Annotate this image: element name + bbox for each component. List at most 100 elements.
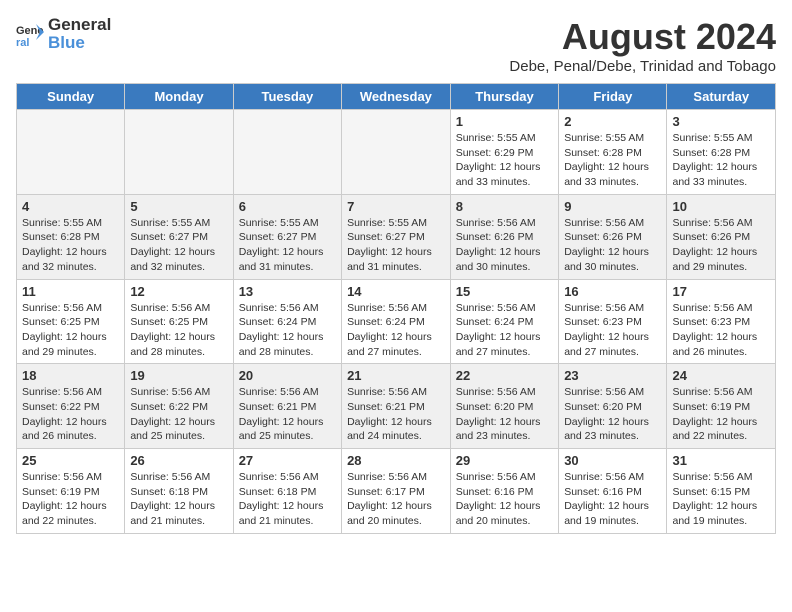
calendar-week-row: 11 Sunrise: 5:56 AM Sunset: 6:25 PM Dayli… bbox=[17, 279, 776, 364]
day-number: 19 bbox=[130, 368, 227, 383]
calendar-day: 7Sunrise: 5:55 AM Sunset: 6:27 PM Daylig… bbox=[342, 194, 451, 279]
calendar-day bbox=[342, 110, 451, 195]
day-info: Sunrise: 5:56 AM Sunset: 6:15 PM Dayligh… bbox=[672, 470, 770, 529]
day-number: 31 bbox=[672, 453, 770, 468]
day-number: 5 bbox=[130, 199, 227, 214]
day-number: 21 bbox=[347, 368, 445, 383]
calendar-header-row: SundayMondayTuesdayWednesdayThursdayFrid… bbox=[17, 84, 776, 110]
day-number: 9 bbox=[564, 199, 661, 214]
day-info: Sunrise: 5:56 AM Sunset: 6:16 PM Dayligh… bbox=[564, 470, 661, 529]
calendar-day: 20 Sunrise: 5:56 AM Sunset: 6:21 PM Dayli… bbox=[233, 364, 341, 449]
calendar-day: 11Sunrise: 5:56 AM Sunset: 6:25 PM Dayli… bbox=[17, 279, 125, 364]
day-info: Sunrise: 5:55 AM Sunset: 6:27 PM Dayligh… bbox=[130, 216, 227, 275]
calendar-day: 9 Sunrise: 5:56 AM Sunset: 6:26 PM Daylig… bbox=[559, 194, 667, 279]
day-info: Sunrise: 5:56 AM Sunset: 6:19 PM Dayligh… bbox=[22, 470, 119, 529]
calendar-day: 29Sunrise: 5:56 AM Sunset: 6:16 PM Dayli… bbox=[450, 449, 558, 534]
calendar-day: 31 Sunrise: 5:56 AM Sunset: 6:15 PM Dayli… bbox=[667, 449, 776, 534]
day-info: Sunrise: 5:56 AM Sunset: 6:23 PM Dayligh… bbox=[564, 301, 661, 360]
day-info: Sunrise: 5:56 AM Sunset: 6:26 PM Dayligh… bbox=[564, 216, 661, 275]
calendar-day bbox=[233, 110, 341, 195]
day-info: Sunrise: 5:55 AM Sunset: 6:27 PM Dayligh… bbox=[239, 216, 336, 275]
day-number: 23 bbox=[564, 368, 661, 383]
day-number: 30 bbox=[564, 453, 661, 468]
day-info: Sunrise: 5:56 AM Sunset: 6:19 PM Dayligh… bbox=[672, 385, 770, 444]
calendar-week-row: 1Sunrise: 5:55 AM Sunset: 6:29 PM Daylig… bbox=[17, 110, 776, 195]
calendar-day: 13Sunrise: 5:56 AM Sunset: 6:24 PM Dayli… bbox=[233, 279, 341, 364]
day-number: 6 bbox=[239, 199, 336, 214]
day-number: 16 bbox=[564, 284, 661, 299]
calendar-day: 2Sunrise: 5:55 AM Sunset: 6:28 PM Daylig… bbox=[559, 110, 667, 195]
day-header-wednesday: Wednesday bbox=[342, 84, 451, 110]
calendar-day: 19 Sunrise: 5:56 AM Sunset: 6:22 PM Dayli… bbox=[125, 364, 233, 449]
day-info: Sunrise: 5:55 AM Sunset: 6:27 PM Dayligh… bbox=[347, 216, 445, 275]
day-info: Sunrise: 5:56 AM Sunset: 6:23 PM Dayligh… bbox=[672, 301, 770, 360]
day-info: Sunrise: 5:56 AM Sunset: 6:22 PM Dayligh… bbox=[22, 385, 119, 444]
day-number: 18 bbox=[22, 368, 119, 383]
day-number: 22 bbox=[456, 368, 553, 383]
day-info: Sunrise: 5:56 AM Sunset: 6:22 PM Dayligh… bbox=[130, 385, 227, 444]
calendar-day: 24Sunrise: 5:56 AM Sunset: 6:19 PM Dayli… bbox=[667, 364, 776, 449]
day-header-saturday: Saturday bbox=[667, 84, 776, 110]
day-number: 2 bbox=[564, 114, 661, 129]
day-number: 28 bbox=[347, 453, 445, 468]
day-info: Sunrise: 5:56 AM Sunset: 6:18 PM Dayligh… bbox=[239, 470, 336, 529]
day-number: 26 bbox=[130, 453, 227, 468]
calendar-day: 18 Sunrise: 5:56 AM Sunset: 6:22 PM Dayli… bbox=[17, 364, 125, 449]
calendar-day: 10 Sunrise: 5:56 AM Sunset: 6:26 PM Dayli… bbox=[667, 194, 776, 279]
logo-icon: Gene ral bbox=[16, 20, 44, 48]
day-info: Sunrise: 5:56 AM Sunset: 6:17 PM Dayligh… bbox=[347, 470, 445, 529]
calendar-week-row: 18 Sunrise: 5:56 AM Sunset: 6:22 PM Dayli… bbox=[17, 364, 776, 449]
day-number: 4 bbox=[22, 199, 119, 214]
day-number: 29 bbox=[456, 453, 553, 468]
day-info: Sunrise: 5:56 AM Sunset: 6:26 PM Dayligh… bbox=[456, 216, 553, 275]
title-block: August 2024 Debe, Penal/Debe, Trinidad a… bbox=[509, 16, 776, 75]
day-info: Sunrise: 5:56 AM Sunset: 6:24 PM Dayligh… bbox=[239, 301, 336, 360]
calendar-day: 22 Sunrise: 5:56 AM Sunset: 6:20 PM Dayli… bbox=[450, 364, 558, 449]
day-number: 8 bbox=[456, 199, 553, 214]
calendar-day: 27Sunrise: 5:56 AM Sunset: 6:18 PM Dayli… bbox=[233, 449, 341, 534]
day-header-thursday: Thursday bbox=[450, 84, 558, 110]
day-info: Sunrise: 5:55 AM Sunset: 6:28 PM Dayligh… bbox=[22, 216, 119, 275]
calendar-day: 5 Sunrise: 5:55 AM Sunset: 6:27 PM Daylig… bbox=[125, 194, 233, 279]
day-number: 3 bbox=[672, 114, 770, 129]
calendar-day: 4 Sunrise: 5:55 AM Sunset: 6:28 PM Daylig… bbox=[17, 194, 125, 279]
month-title: August 2024 bbox=[509, 16, 776, 58]
day-info: Sunrise: 5:56 AM Sunset: 6:21 PM Dayligh… bbox=[347, 385, 445, 444]
day-number: 11 bbox=[22, 284, 119, 299]
calendar-day: 21 Sunrise: 5:56 AM Sunset: 6:21 PM Dayli… bbox=[342, 364, 451, 449]
day-number: 15 bbox=[456, 284, 553, 299]
page-header: Gene ral General Blue August 2024 Debe, … bbox=[16, 16, 776, 75]
day-number: 12 bbox=[130, 284, 227, 299]
calendar-day: 8 Sunrise: 5:56 AM Sunset: 6:26 PM Daylig… bbox=[450, 194, 558, 279]
calendar-day: 28 Sunrise: 5:56 AM Sunset: 6:17 PM Dayli… bbox=[342, 449, 451, 534]
location-title: Debe, Penal/Debe, Trinidad and Tobago bbox=[509, 58, 776, 75]
day-header-tuesday: Tuesday bbox=[233, 84, 341, 110]
day-info: Sunrise: 5:56 AM Sunset: 6:21 PM Dayligh… bbox=[239, 385, 336, 444]
day-number: 20 bbox=[239, 368, 336, 383]
calendar-day: 3 Sunrise: 5:55 AM Sunset: 6:28 PM Daylig… bbox=[667, 110, 776, 195]
calendar-day: 1Sunrise: 5:55 AM Sunset: 6:29 PM Daylig… bbox=[450, 110, 558, 195]
calendar-week-row: 4 Sunrise: 5:55 AM Sunset: 6:28 PM Daylig… bbox=[17, 194, 776, 279]
day-number: 14 bbox=[347, 284, 445, 299]
logo: Gene ral General Blue bbox=[16, 16, 111, 52]
day-header-friday: Friday bbox=[559, 84, 667, 110]
calendar-day: 25Sunrise: 5:56 AM Sunset: 6:19 PM Dayli… bbox=[17, 449, 125, 534]
day-info: Sunrise: 5:56 AM Sunset: 6:18 PM Dayligh… bbox=[130, 470, 227, 529]
day-info: Sunrise: 5:56 AM Sunset: 6:25 PM Dayligh… bbox=[130, 301, 227, 360]
calendar-day: 14Sunrise: 5:56 AM Sunset: 6:24 PM Dayli… bbox=[342, 279, 451, 364]
calendar-day: 15Sunrise: 5:56 AM Sunset: 6:24 PM Dayli… bbox=[450, 279, 558, 364]
calendar-day: 6 Sunrise: 5:55 AM Sunset: 6:27 PM Daylig… bbox=[233, 194, 341, 279]
logo-text-blue: Blue bbox=[48, 33, 85, 52]
day-info: Sunrise: 5:55 AM Sunset: 6:28 PM Dayligh… bbox=[672, 131, 770, 190]
calendar-day: 26 Sunrise: 5:56 AM Sunset: 6:18 PM Dayli… bbox=[125, 449, 233, 534]
day-info: Sunrise: 5:56 AM Sunset: 6:20 PM Dayligh… bbox=[564, 385, 661, 444]
day-number: 1 bbox=[456, 114, 553, 129]
day-info: Sunrise: 5:56 AM Sunset: 6:20 PM Dayligh… bbox=[456, 385, 553, 444]
day-info: Sunrise: 5:56 AM Sunset: 6:26 PM Dayligh… bbox=[672, 216, 770, 275]
logo-text-general: General bbox=[48, 15, 111, 34]
calendar-day bbox=[125, 110, 233, 195]
day-number: 10 bbox=[672, 199, 770, 214]
day-number: 17 bbox=[672, 284, 770, 299]
svg-text:ral: ral bbox=[16, 37, 29, 48]
calendar-day: 17 Sunrise: 5:56 AM Sunset: 6:23 PM Dayli… bbox=[667, 279, 776, 364]
